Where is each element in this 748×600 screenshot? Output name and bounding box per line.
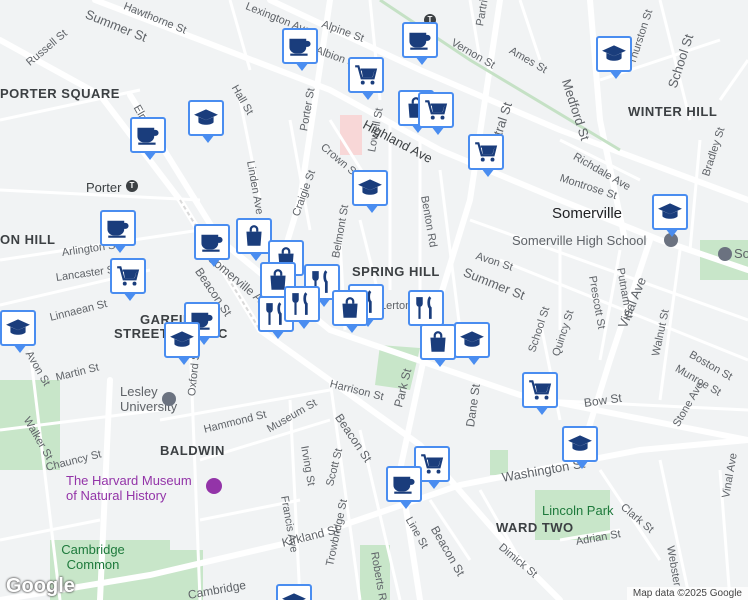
shopping-bag-icon — [430, 331, 446, 352]
restaurant-marker[interactable] — [284, 286, 320, 329]
school-icon — [170, 331, 194, 347]
coffee-icon — [107, 220, 129, 238]
shopping-marker[interactable] — [420, 324, 456, 367]
grocery-store-marker[interactable] — [418, 92, 454, 135]
poi-label[interactable]: Lesley University — [120, 384, 177, 414]
coffee-shop-marker[interactable] — [402, 22, 438, 65]
museum-marker-icon[interactable] — [206, 478, 222, 494]
poi-label[interactable]: Lincoln Park — [542, 503, 614, 518]
coffee-icon — [393, 476, 415, 494]
poi-marker-icon[interactable] — [718, 247, 732, 261]
grocery-cart-icon — [355, 65, 378, 85]
transit-station-icon[interactable]: T — [126, 180, 138, 192]
shopping-bag-icon — [342, 297, 358, 318]
grocery-store-marker[interactable] — [110, 258, 146, 301]
poi-label[interactable]: Cambridge Common — [58, 542, 128, 572]
school-icon — [6, 319, 30, 335]
area-label: BALDWIN — [160, 443, 225, 458]
school-icon — [460, 331, 484, 347]
school-marker[interactable] — [652, 194, 688, 237]
grocery-store-marker[interactable] — [522, 372, 558, 415]
school-icon — [282, 593, 306, 600]
coffee-icon — [201, 234, 223, 252]
place-label: Porter — [86, 180, 122, 195]
grocery-cart-icon — [475, 142, 498, 162]
street-label: Lerton — [380, 300, 412, 312]
grocery-cart-icon — [425, 100, 448, 120]
school-marker[interactable] — [188, 100, 224, 143]
school-marker[interactable] — [0, 310, 36, 353]
school-marker[interactable] — [352, 170, 388, 213]
area-label: WINTER HILL — [628, 104, 718, 119]
school-icon — [658, 203, 682, 219]
grocery-cart-icon — [117, 266, 140, 286]
poi-label[interactable]: Somerv — [734, 246, 748, 261]
poi-marker[interactable] — [276, 584, 312, 600]
coffee-icon — [137, 127, 159, 145]
area-label: PORTER SQUARE — [0, 86, 120, 101]
coffee-shop-marker[interactable] — [386, 466, 422, 509]
restaurant-icon — [292, 292, 308, 315]
school-icon — [194, 109, 218, 125]
school-marker[interactable] — [562, 426, 598, 469]
coffee-icon — [289, 38, 311, 56]
restaurant-icon — [416, 296, 432, 319]
shopping-marker[interactable] — [236, 218, 272, 261]
school-marker[interactable] — [454, 322, 490, 365]
area-label: SPRING HILL — [352, 264, 440, 279]
shopping-marker[interactable] — [332, 290, 368, 333]
poi-label[interactable]: The Harvard Museum of Natural History — [66, 473, 206, 503]
grocery-store-marker[interactable] — [348, 57, 384, 100]
place-label: Somerville — [552, 205, 623, 222]
map-attribution[interactable]: Map data ©2025 Google — [626, 587, 748, 600]
school-marker[interactable] — [164, 322, 200, 365]
poi-label[interactable]: Somerville High School — [512, 233, 646, 248]
google-logo: Google — [6, 575, 75, 597]
coffee-icon — [409, 32, 431, 50]
coffee-shop-marker[interactable] — [100, 210, 136, 253]
school-marker[interactable] — [596, 36, 632, 79]
grocery-store-marker[interactable] — [468, 134, 504, 177]
grocery-cart-icon — [421, 454, 444, 474]
shopping-bag-icon — [246, 225, 262, 246]
coffee-shop-marker[interactable] — [130, 117, 166, 160]
grocery-cart-icon — [529, 380, 552, 400]
school-icon — [602, 45, 626, 61]
school-icon — [568, 435, 592, 451]
coffee-shop-marker[interactable] — [282, 28, 318, 71]
restaurant-marker[interactable] — [408, 290, 444, 333]
map-canvas[interactable]: PORTER SQUARE WINTER HILL ON HILL SPRING… — [0, 0, 748, 600]
coffee-shop-marker[interactable] — [194, 224, 230, 267]
area-label: WARD TWO — [496, 520, 574, 535]
school-icon — [358, 179, 382, 195]
school-marker-icon[interactable] — [162, 392, 176, 406]
area-label: ON HILL — [0, 232, 56, 247]
